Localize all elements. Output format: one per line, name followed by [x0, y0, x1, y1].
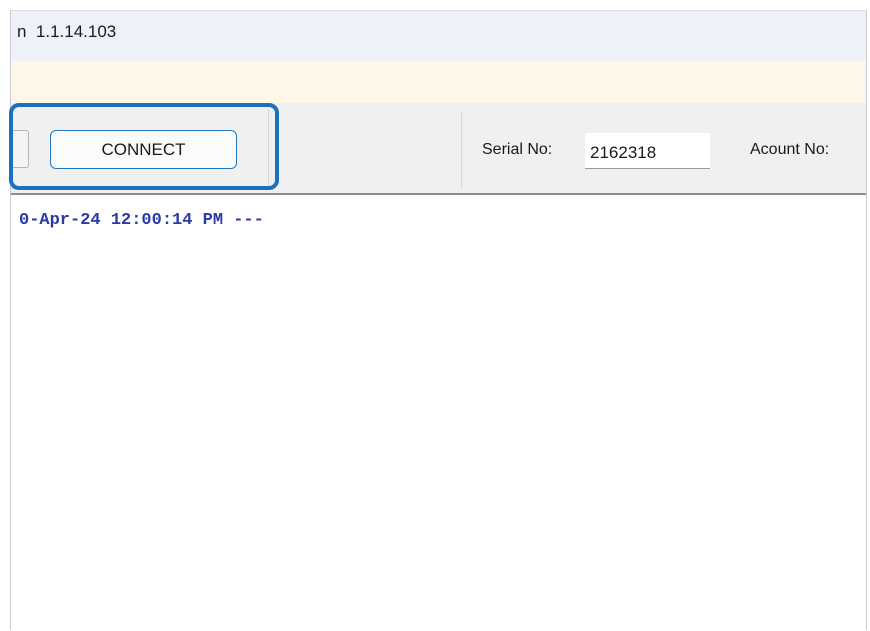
account-number-label: Acount No: — [750, 141, 830, 158]
log-output[interactable]: 0-Apr-24 12:00:14 PM --- — [11, 195, 866, 631]
connection-group: CONNECT — [11, 109, 269, 189]
previous-control[interactable] — [11, 130, 29, 168]
serial-number-field[interactable] — [585, 133, 710, 169]
title-bar: n 1.1.14.103 — [11, 11, 866, 61]
app-window: n 1.1.14.103 CONNECT Serial No: Acount N… — [9, 10, 867, 631]
serial-number-label: Serial No: — [482, 141, 553, 158]
device-info-group: Serial No: Acount No: — [461, 111, 870, 189]
window-title: n 1.1.14.103 — [17, 22, 117, 41]
toolbar: CONNECT Serial No: Acount No: — [9, 103, 866, 195]
log-line: 0-Apr-24 12:00:14 PM --- — [19, 211, 264, 230]
notice-bar — [11, 61, 866, 103]
connect-button[interactable]: CONNECT — [50, 130, 237, 169]
